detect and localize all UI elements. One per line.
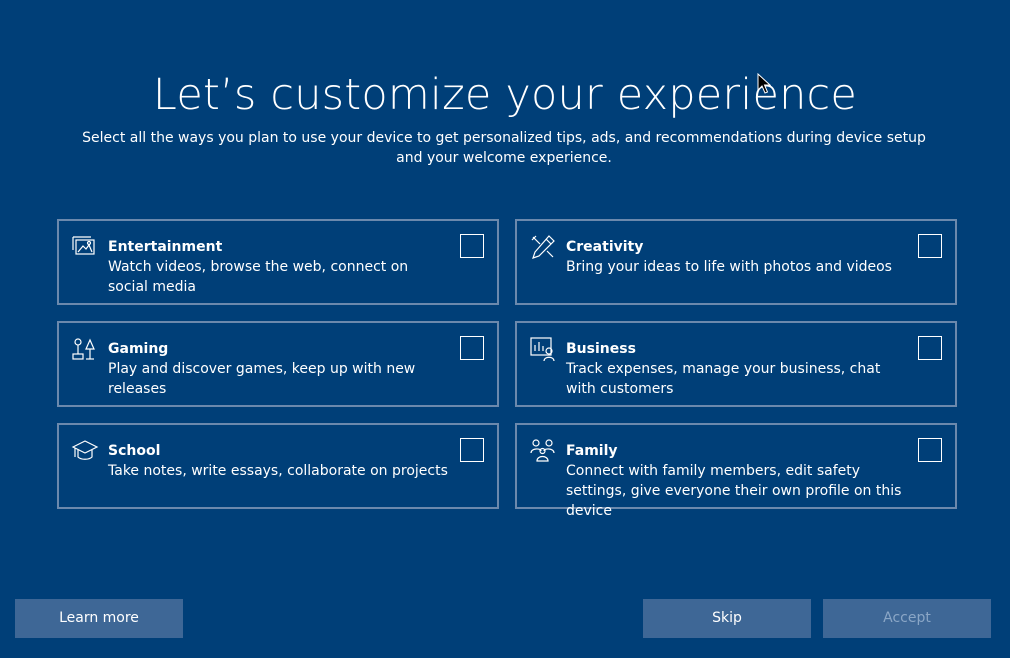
card-business[interactable]: Business Track expenses, manage your bus… <box>515 321 957 407</box>
mouse-cursor-icon <box>757 73 771 94</box>
card-description: Track expenses, manage your business, ch… <box>566 361 881 397</box>
skip-button[interactable]: Skip <box>643 599 811 638</box>
oobe-screen: Let’s customize your experience Select a… <box>0 0 1010 658</box>
card-gaming[interactable]: Gaming Play and discover games, keep up … <box>57 321 499 407</box>
business-checkbox[interactable] <box>918 336 942 360</box>
entertainment-checkbox[interactable] <box>460 234 484 258</box>
card-title: Gaming <box>108 341 169 357</box>
card-title: Entertainment <box>108 239 223 255</box>
card-description: Watch videos, browse the web, connect on… <box>108 259 409 295</box>
card-entertainment[interactable]: Entertainment Watch videos, browse the w… <box>57 219 499 305</box>
business-icon <box>529 335 557 363</box>
card-title: School <box>108 443 161 459</box>
family-icon <box>529 437 557 465</box>
card-description: Play and discover games, keep up with ne… <box>108 361 416 397</box>
school-icon <box>71 437 99 465</box>
card-description: Connect with family members, edit safety… <box>566 463 902 519</box>
school-checkbox[interactable] <box>460 438 484 462</box>
family-checkbox[interactable] <box>918 438 942 462</box>
page-title: Let’s customize your experience <box>152 70 858 120</box>
accept-button[interactable]: Accept <box>823 599 991 638</box>
card-family[interactable]: Family Connect with family members, edit… <box>515 423 957 519</box>
card-description: Bring your ideas to life with photos and… <box>566 259 892 275</box>
gaming-icon <box>71 335 99 363</box>
gaming-checkbox[interactable] <box>460 336 484 360</box>
card-school[interactable]: School Take notes, write essays, collabo… <box>57 423 499 509</box>
card-title: Family <box>566 443 618 459</box>
card-title: Creativity <box>566 239 644 255</box>
card-description: Take notes, write essays, collaborate on… <box>108 463 448 479</box>
creativity-icon <box>529 233 557 261</box>
creativity-checkbox[interactable] <box>918 234 942 258</box>
card-creativity[interactable]: Creativity Bring your ideas to life with… <box>515 219 957 305</box>
card-title: Business <box>566 341 636 357</box>
learn-more-button[interactable]: Learn more <box>15 599 183 638</box>
page-subtitle: Select all the ways you plan to use your… <box>82 130 926 166</box>
entertainment-icon <box>71 233 99 261</box>
